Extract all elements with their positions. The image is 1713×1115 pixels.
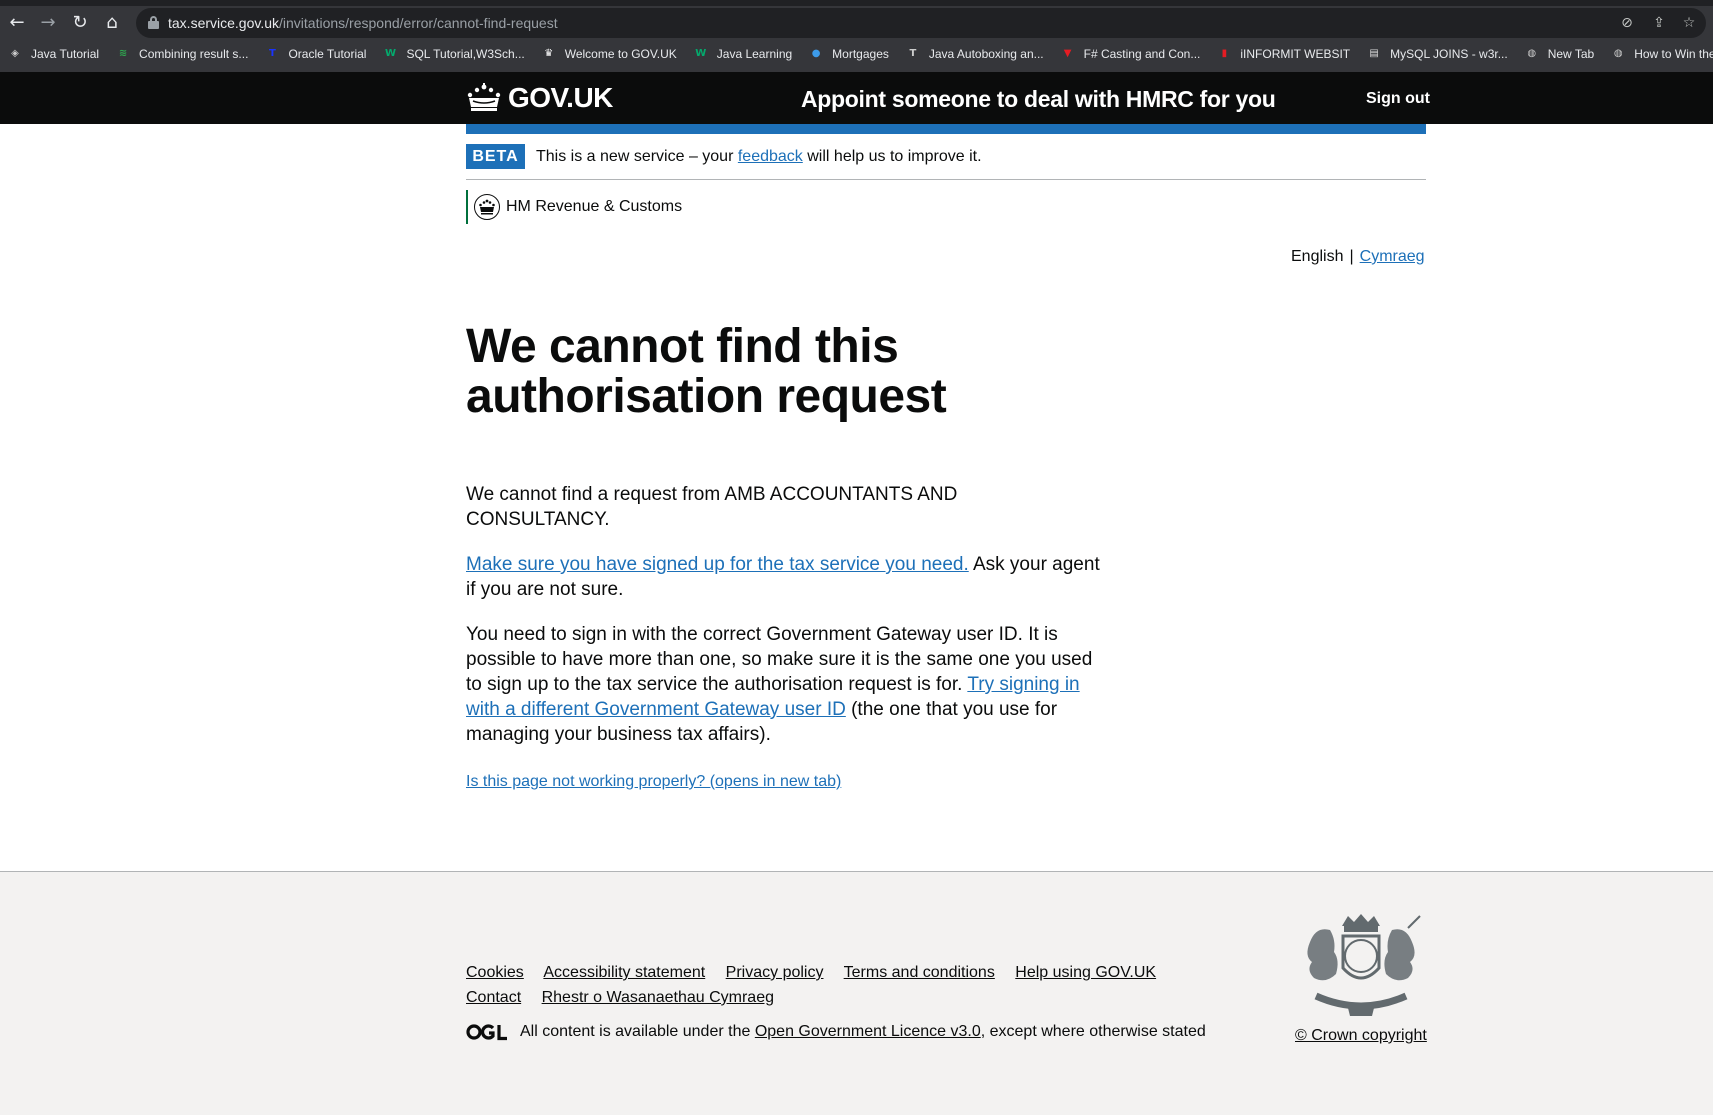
bookmark-item[interactable]: W SQL Tutorial,W3Sch... [383,46,525,62]
bookmark-label: Java Tutorial [31,47,100,61]
browser-chrome: ← → ↻ ⌂ tax.service.gov.uk/invitations/r… [0,0,1713,72]
footer: Cookies Accessibility statement Privacy … [0,871,1713,1115]
language-current: English [1291,248,1344,265]
phase-text-after: will help us to improve it. [807,148,982,165]
bookmark-icon: ▮ [1221,48,1228,59]
header-blue-bar [466,124,1426,134]
footer-links: Cookies Accessibility statement Privacy … [466,960,1226,1010]
contact-link[interactable]: Contact [466,989,521,1006]
bookmark-item[interactable]: T Oracle Tutorial [265,46,366,62]
tab-strip [0,0,1713,6]
crown-copyright-link[interactable]: © Crown copyright [1295,1027,1427,1044]
share-icon[interactable]: ⇪ [1650,14,1668,32]
royal-coat-of-arms-icon [1307,914,1421,1016]
mysql-icon: ▤ [1369,48,1379,59]
drop-icon: ● [811,48,821,59]
cookies-link[interactable]: Cookies [466,964,524,981]
report-problem-link[interactable]: Is this page not working properly? (open… [466,772,841,792]
bookmark-label: iINFORMIT WEBSIT [1240,47,1351,61]
globe-icon: ◍ [1613,48,1623,59]
logo-text: GOV.UK [508,82,613,113]
feedback-link[interactable]: feedback [738,148,803,165]
bookmark-label: Java Learning [716,47,793,61]
request-not-found-text: We cannot find a request from AMB ACCOUN… [466,484,958,530]
main-content: We cannot find this authorisation reques… [466,322,1106,767]
licence-row: All content is available under the Open … [466,1022,1206,1042]
w3-icon: W [384,48,396,59]
bookmark-item[interactable]: ▮ iINFORMIT WEBSIT [1217,46,1351,62]
shield-icon: ▼ [1063,48,1072,59]
bookmark-label: MySQL JOINS - w3r... [1390,47,1508,61]
tutorial-icon: ◈ [11,48,19,59]
licence-text-after: , except where otherwise stated [980,1023,1206,1040]
terms-and-conditions-link[interactable]: Terms and conditions [844,964,995,981]
ogl-logo-icon [466,1024,507,1041]
url-host: tax.service.gov.uk [168,15,280,31]
bookmarks-bar: ◈ Java Tutorial ≋ Combining result s... T Ora… [0,42,1713,66]
bookmark-item[interactable]: T Java Autoboxing an... [906,46,1044,62]
page-title: We cannot find this authorisation reques… [466,320,947,423]
w3-icon: W [695,48,707,59]
bookmark-label: F# Casting and Con... [1083,47,1201,61]
bookmark-item[interactable]: ◍ How to Win the Chr... [1611,46,1713,62]
sign-out-link[interactable]: Sign out [1366,88,1430,110]
url-path: /invitations/respond/error/cannot-find-r… [279,15,558,31]
bookmark-label: Welcome to GOV.UK [564,47,677,61]
t-letter-icon: T [269,48,276,59]
bookmark-item[interactable]: ♛ Welcome to GOV.UK [542,46,677,62]
service-name-link[interactable]: Appoint someone to deal with HMRC for yo… [801,84,1276,114]
back-icon[interactable]: ← [6,12,28,34]
hmrc-crest-icon [474,194,500,220]
reload-icon[interactable]: ↻ [69,12,91,34]
bookmark-item[interactable]: ▤ MySQL JOINS - w3r... [1367,46,1508,62]
phase-banner: BETA This is a new service – your feedba… [466,144,1426,180]
star-icon[interactable]: ☆ [1680,14,1698,32]
bookmark-label: Oracle Tutorial [288,47,367,61]
crown-icon [467,83,501,111]
govuk-header: GOV.UK Appoint someone to deal with HMRC… [0,72,1713,124]
crown-copyright: © Crown copyright [1295,1026,1427,1046]
help-using-govuk-link[interactable]: Help using GOV.UK [1015,964,1156,981]
language-cymraeg-link[interactable]: Cymraeg [1360,248,1425,265]
globe-icon: ◍ [1527,48,1537,59]
bookmark-label: How to Win the Chr... [1634,47,1713,61]
privacy-policy-link[interactable]: Privacy policy [726,964,824,981]
signup-paragraph: Make sure you have signed up for the tax… [466,552,1106,602]
bookmark-label: Mortgages [832,47,889,61]
bookmark-label: SQL Tutorial,W3Sch... [406,47,525,61]
language-switcher: English | Cymraeg [1291,247,1425,267]
eye-off-icon[interactable]: ⊘ [1618,14,1636,32]
address-bar[interactable]: tax.service.gov.uk/invitations/respond/e… [136,8,1706,38]
forward-icon[interactable]: → [37,12,59,34]
govuk-logo-link[interactable]: GOV.UK [466,82,613,114]
t-serif-icon: T [909,48,917,59]
bookmark-label: Combining result s... [139,47,249,61]
crown-icon: ♛ [544,48,554,59]
signup-service-link[interactable]: Make sure you have signed up for the tax… [466,554,969,575]
sign-in-paragraph: You need to sign in with the correct Gov… [466,622,1106,747]
welsh-services-link[interactable]: Rhestr o Wasanaethau Cymraeg [542,989,774,1006]
home-icon[interactable]: ⌂ [101,12,123,34]
licence-text-before: All content is available under the [520,1023,751,1040]
language-separator: | [1349,248,1354,265]
bookmark-item[interactable]: ▼ F# Casting and Con... [1061,46,1201,62]
stack-icon: ≋ [118,48,128,59]
phase-banner-text: This is a new service – your feedback wi… [536,147,982,167]
accessibility-statement-link[interactable]: Accessibility statement [543,964,705,981]
beta-tag: BETA [466,144,525,169]
bookmark-label: Java Autoboxing an... [928,47,1044,61]
bookmark-item[interactable]: ● Mortgages [809,46,889,62]
bookmark-item[interactable]: ◈ Java Tutorial [8,46,99,62]
lock-icon[interactable] [148,16,159,29]
organisation-logo: HM Revenue & Customs [466,190,682,224]
url-text[interactable]: tax.service.gov.uk/invitations/respond/e… [168,14,558,32]
bookmark-item[interactable]: W Java Learning [694,46,792,62]
bookmark-label: New Tab [1547,47,1595,61]
bookmark-item[interactable]: ≋ Combining result s... [116,46,249,62]
phase-text-before: This is a new service – your [536,148,734,165]
bookmark-item[interactable]: ◍ New Tab [1525,46,1594,62]
open-government-licence-link[interactable]: Open Government Licence v3.0 [755,1022,981,1042]
organisation-name: HM Revenue & Customs [506,198,683,215]
